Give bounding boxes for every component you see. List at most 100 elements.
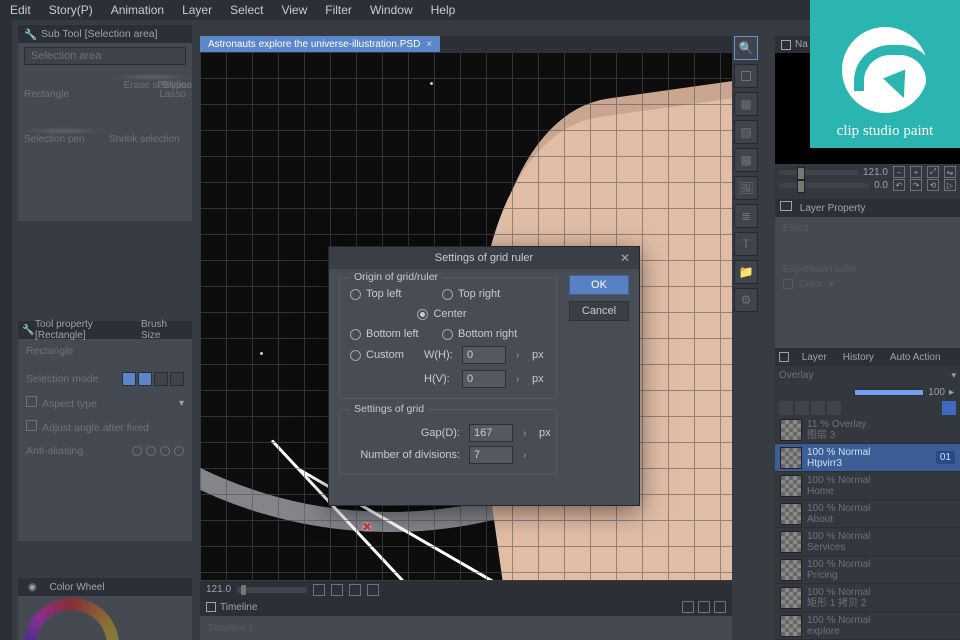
menu-animation[interactable]: Animation — [105, 3, 170, 17]
origin-top-left[interactable]: Top left — [350, 288, 442, 300]
layer-row[interactable]: 100 % NormalServices — [775, 528, 960, 556]
menu-view[interactable]: View — [275, 3, 313, 17]
layer-tab[interactable]: Layer — [775, 352, 835, 363]
layer-row[interactable]: 100 % NormalPricing — [775, 556, 960, 584]
rotate-reset-icon[interactable]: ⟲ — [927, 179, 939, 191]
hv-spinner-icon[interactable]: › — [516, 374, 528, 385]
ok-button[interactable]: OK — [569, 275, 629, 295]
brush-size-tab[interactable]: Brush Size — [137, 321, 192, 339]
layer-row[interactable]: 100 % Normalexplore — [775, 612, 960, 640]
layer-thumb-icon — [780, 615, 802, 637]
document-tab[interactable]: Astronauts explore the universe-illustra… — [200, 36, 440, 52]
color-wheel-tab[interactable]: ◉ Color Wheel — [18, 578, 115, 596]
divisions-spinner-icon[interactable]: › — [523, 450, 535, 461]
divisions-input[interactable]: 7 — [469, 446, 513, 464]
expression-color-value[interactable]: Color — [799, 279, 823, 290]
dock-folder-icon[interactable]: 📁 — [734, 260, 758, 284]
zoom-in-icon[interactable]: + — [910, 166, 922, 178]
navigator-zoom-slider[interactable] — [779, 170, 858, 175]
layer-list[interactable]: 11 % Overlay图层 3100 % NormalHtpvirr30110… — [775, 416, 960, 640]
dock-select-icon[interactable] — [734, 64, 758, 88]
dock-invert-icon[interactable]: ▦ — [734, 92, 758, 116]
layer-color-tag[interactable] — [942, 401, 956, 415]
origin-bottom-left[interactable]: Bottom left — [350, 328, 442, 340]
timeline-play-icon[interactable] — [698, 601, 710, 613]
blend-mode[interactable]: Overlay — [779, 370, 949, 381]
layer-row[interactable]: 100 % Normal矩形 1 拷贝 2 — [775, 584, 960, 612]
dialog-titlebar[interactable]: Settings of grid ruler ✕ — [329, 247, 639, 269]
layer-opacity-value: 100 — [928, 387, 945, 398]
gap-input[interactable]: 167 — [469, 424, 513, 442]
zoom-icon[interactable] — [349, 584, 361, 596]
antialiasing-options[interactable] — [132, 446, 184, 456]
aspect-expand-icon[interactable]: ▾ — [179, 398, 184, 409]
tool-shrink-selection[interactable]: Shrink selection — [109, 115, 186, 145]
origin-bottom-right[interactable]: Bottom right — [442, 328, 534, 340]
dock-layers-icon[interactable]: ≣ — [734, 204, 758, 228]
menu-layer[interactable]: Layer — [176, 3, 218, 17]
wh-input[interactable]: 0 — [462, 346, 506, 364]
dock-search-icon[interactable]: 🔍 — [734, 36, 758, 60]
aspect-checkbox[interactable] — [26, 396, 37, 407]
layer-row[interactable]: 100 % NormalAbout — [775, 500, 960, 528]
auto-action-tab[interactable]: Auto Action — [882, 352, 949, 363]
tool-selection-pen[interactable]: Selection pen — [24, 115, 104, 145]
mirror-icon[interactable]: ▷ — [944, 179, 956, 191]
zoom-out-icon[interactable]: − — [893, 166, 905, 178]
tool-property-tab[interactable]: 🔧Tool property [Rectangle] — [18, 321, 137, 339]
dock-gallery-icon[interactable]: 🖼 — [734, 176, 758, 200]
navigator-rotate-slider[interactable] — [779, 183, 869, 188]
dialog-close-icon[interactable]: ✕ — [617, 250, 633, 266]
dock-settings-icon[interactable]: ⚙ — [734, 288, 758, 312]
timeline-title[interactable]: Timeline — [220, 602, 257, 613]
selection-mode-chips[interactable] — [122, 372, 184, 386]
layer-row[interactable]: 100 % NormalHtpvirr301 — [775, 444, 960, 472]
chevron-down-icon[interactable]: ▾ — [951, 370, 956, 381]
zoom-icon[interactable] — [367, 584, 379, 596]
gap-spinner-icon[interactable]: › — [523, 428, 535, 439]
color-wheel[interactable] — [24, 598, 119, 640]
dock-text-icon[interactable]: T — [734, 232, 758, 256]
origin-custom[interactable]: Custom — [350, 349, 420, 361]
layer-opacity-slider[interactable] — [854, 389, 924, 396]
canvas-zoom-value: 121.0 — [206, 584, 231, 595]
opacity-spinner-icon[interactable]: ▸ — [949, 387, 954, 398]
adjust-angle-checkbox[interactable] — [26, 420, 37, 431]
origin-top-right[interactable]: Top right — [442, 288, 534, 300]
layer-property-tab[interactable]: Layer Property — [775, 201, 875, 214]
flip-icon[interactable]: ⇋ — [944, 166, 956, 178]
layer-row[interactable]: 100 % NormalHome — [775, 472, 960, 500]
zoom-100-icon[interactable] — [331, 584, 343, 596]
origin-center[interactable]: Center — [417, 308, 466, 320]
layer-action-icon[interactable] — [779, 401, 793, 415]
document-tab-close-icon[interactable]: × — [426, 39, 432, 50]
menu-window[interactable]: Window — [364, 3, 419, 17]
dock-mask-icon[interactable]: ▩ — [734, 148, 758, 172]
layer-action-icon[interactable] — [811, 401, 825, 415]
tool-erase-selection[interactable]: Erase selection — [7, 61, 192, 91]
wh-spinner-icon[interactable]: › — [516, 350, 528, 361]
menu-select[interactable]: Select — [224, 3, 269, 17]
menu-story[interactable]: Story(P) — [43, 3, 99, 17]
rotate-ccw-icon[interactable]: ↶ — [893, 179, 905, 191]
history-tab[interactable]: History — [835, 352, 882, 363]
subtool-title[interactable]: 🔧 Sub Tool [Selection area] — [18, 25, 192, 43]
hv-input[interactable]: 0 — [462, 370, 506, 388]
layer-action-icon[interactable] — [795, 401, 809, 415]
zoom-fit-icon[interactable] — [313, 584, 325, 596]
cancel-button[interactable]: Cancel — [569, 301, 629, 321]
timeline-track-label[interactable]: Timeline 1 — [208, 623, 254, 634]
layer-name: Services — [807, 542, 870, 553]
rotate-cw-icon[interactable]: ↷ — [910, 179, 922, 191]
zoom-fit-icon[interactable]: ⤢ — [927, 166, 939, 178]
menu-filter[interactable]: Filter — [319, 3, 358, 17]
dock-deselect-icon[interactable]: ▨ — [734, 120, 758, 144]
layer-action-icon[interactable] — [827, 401, 841, 415]
menu-edit[interactable]: Edit — [4, 3, 37, 17]
timeline-prev-icon[interactable] — [682, 601, 694, 613]
timeline-next-icon[interactable] — [714, 601, 726, 613]
layer-row[interactable]: 11 % Overlay图层 3 — [775, 416, 960, 444]
menu-help[interactable]: Help — [425, 3, 462, 17]
canvas-zoom-slider[interactable] — [237, 587, 307, 593]
chevron-down-icon[interactable]: ▾ — [829, 279, 834, 290]
